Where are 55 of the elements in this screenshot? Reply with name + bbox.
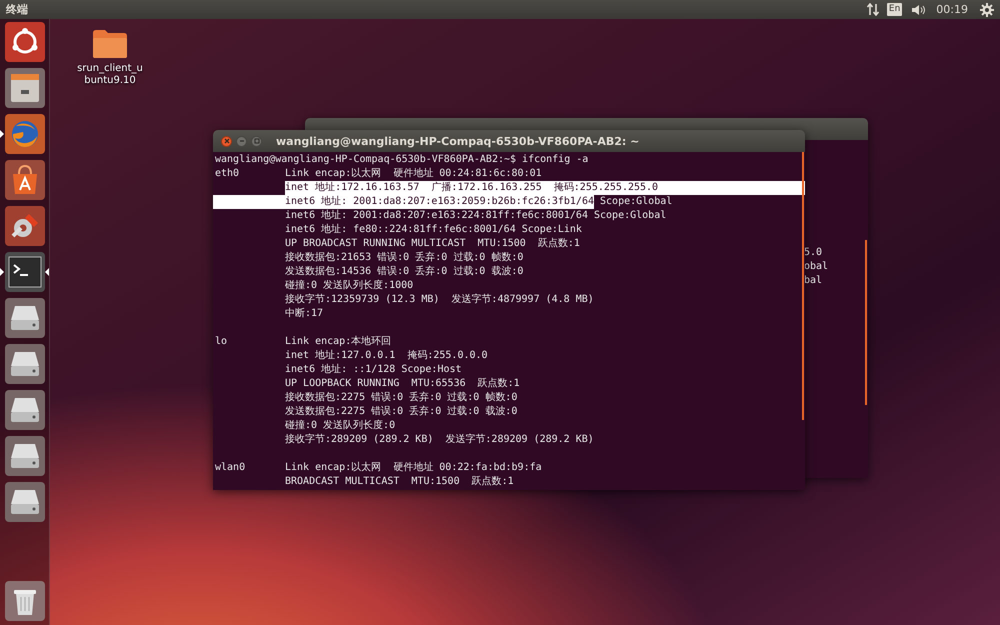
terminal-output-line: BROADCAST MULTICAST MTU:1500 跃点数:1 bbox=[285, 475, 514, 489]
interface-name: eth0 bbox=[215, 167, 240, 181]
terminal-output-line: bal bbox=[804, 274, 822, 288]
terminal-output-line: inet 地址:127.0.0.1 掩码:255.0.0.0 bbox=[285, 349, 488, 363]
maximize-icon bbox=[252, 137, 260, 145]
wrench-gear-icon[interactable] bbox=[4, 206, 44, 246]
terminal-output-line: inet6 地址: fe80::224:81ff:fe6c:8001/64 Scope:Link bbox=[285, 223, 582, 237]
volume-icon[interactable] bbox=[911, 4, 926, 16]
terminal-output-line: 中断:17 bbox=[285, 307, 324, 321]
terminal-output-line: 5.0 bbox=[804, 246, 822, 260]
settings-icon[interactable] bbox=[980, 2, 994, 16]
terminal-output-line: Scope:Global bbox=[599, 195, 672, 209]
shopping-bag-icon[interactable] bbox=[4, 160, 44, 200]
file-cabinet-icon[interactable] bbox=[4, 68, 44, 108]
interface-name: wlan0 bbox=[215, 461, 246, 475]
clock[interactable]: 00:19 bbox=[936, 3, 968, 16]
minimize-button[interactable] bbox=[236, 136, 247, 146]
terminal-output-line: Link encap:本地环回 bbox=[285, 335, 392, 349]
terminal-output-line: Link encap:以太网 硬件地址 00:22:fa:bd:b9:fa bbox=[285, 461, 542, 475]
folder-label[interactable]: srun_client_ubuntu9.10 bbox=[75, 63, 145, 87]
terminal-output-line: 发送数据包:2275 错误:0 丢弃:0 过载:0 载波:0 bbox=[285, 405, 518, 419]
keyboard-layout-indicator[interactable]: En bbox=[886, 3, 902, 16]
network-icon[interactable] bbox=[866, 3, 879, 16]
terminal-output-line: Link encap:以太网 硬件地址 00:24:81:6c:80:01 bbox=[285, 167, 542, 181]
scrollbar[interactable] bbox=[865, 240, 867, 405]
drive-icon[interactable] bbox=[4, 390, 44, 430]
terminal-output-line: UP BROADCAST RUNNING MULTICAST MTU:1500 跃点数:1 bbox=[285, 237, 580, 251]
terminal-output-line: obal bbox=[804, 260, 828, 274]
terminal-output-line: 发送数据包:14536 错误:0 丢弃:0 过载:0 载波:0 bbox=[285, 265, 524, 279]
folder-icon[interactable] bbox=[92, 29, 128, 59]
app-title: 终端 bbox=[6, 2, 28, 17]
drive-icon[interactable] bbox=[4, 436, 44, 476]
scrollbar[interactable] bbox=[802, 152, 804, 420]
close-button[interactable] bbox=[221, 136, 232, 146]
window-title: wangliang@wangliang-HP-Compaq-6530b-VF860PA-AB2: ~ bbox=[276, 134, 640, 148]
terminal-output-line: 接收数据包:2275 错误:0 丢弃:0 过载:0 帧数:0 bbox=[285, 391, 518, 405]
terminal-icon[interactable] bbox=[4, 252, 44, 292]
ubuntu-logo-icon[interactable] bbox=[4, 22, 44, 62]
close-icon bbox=[222, 137, 230, 145]
terminal-output-line: 接收字节:289209 (289.2 KB) 发送字节:289209 (289.2 KB) bbox=[285, 433, 594, 447]
terminal-output-line: 碰撞:0 发送队列长度:1000 bbox=[285, 279, 414, 293]
terminal-output-line: UP LOOPBACK RUNNING MTU:65536 跃点数:1 bbox=[285, 377, 520, 391]
globe-icon[interactable] bbox=[4, 114, 44, 154]
drive-icon[interactable] bbox=[4, 344, 44, 384]
terminal-output-line: 接收数据包:21653 错误:0 丢弃:0 过载:0 帧数:0 bbox=[285, 251, 524, 265]
drive-icon[interactable] bbox=[4, 298, 44, 338]
terminal-output-line: inet6 地址: 2001:da8:207:e163:224:81ff:fe6c:8001/64 Scope:Global bbox=[285, 209, 666, 223]
trash-icon[interactable] bbox=[4, 581, 44, 621]
terminal-output-line: 碰撞:0 发送队列长度:0 bbox=[285, 419, 396, 433]
terminal-output-line: inet6 地址: ::1/128 Scope:Host bbox=[285, 363, 462, 377]
maximize-button[interactable] bbox=[251, 136, 262, 146]
interface-name: lo bbox=[215, 335, 228, 349]
drive-icon[interactable] bbox=[4, 482, 44, 522]
terminal-prompt-line: wangliang@wangliang-HP-Compaq-6530b-VF860PA-AB2:~$ ifconfig -a bbox=[215, 153, 588, 167]
terminal-output-line: 接收字节:12359739 (12.3 MB) 发送字节:4879997 (4.8 MB) bbox=[285, 293, 594, 307]
